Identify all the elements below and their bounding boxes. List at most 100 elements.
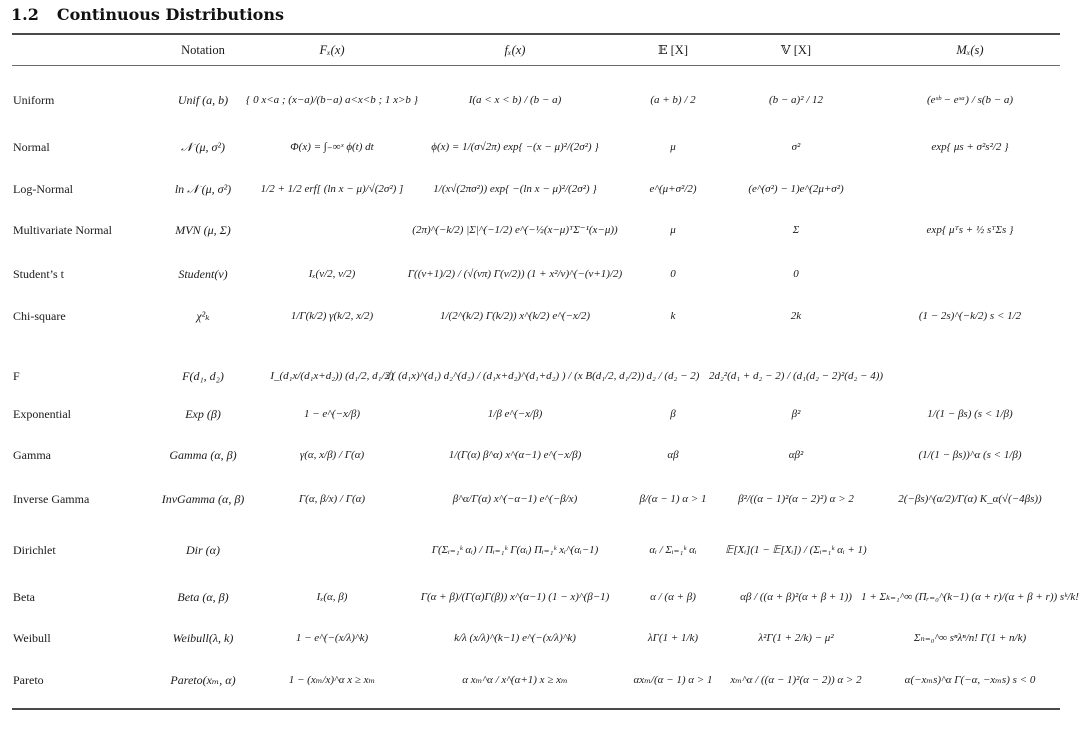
- row-name: Dirichlet: [13, 543, 56, 557]
- row-cdf: 1 − e^(−(x/λ)^k): [295, 632, 369, 644]
- table-bottom-rule: [12, 708, 1060, 710]
- row-variance: λ²Γ(1 + 2/k) − μ²: [758, 632, 834, 644]
- row-notation: Pareto(xₘ, α): [170, 673, 236, 687]
- row-pdf: α xₘ^α / x^(α+1) x ≥ xₘ: [462, 674, 568, 686]
- row-notation: ln 𝒩 (μ, σ²): [174, 182, 232, 196]
- row-variance: αβ / ((α + β)²(α + β + 1)): [740, 591, 852, 603]
- row-cdf: Γ(α, β/x) / Γ(α): [298, 493, 366, 505]
- row-notation: InvGamma (α, β): [161, 492, 245, 506]
- row-pdf: Γ(α + β)/(Γ(α)Γ(β)) x^(α−1) (1 − x)^(β−1…: [420, 591, 610, 603]
- row-mean: 0: [670, 268, 676, 280]
- row-pdf: 1/(2^(k/2) Γ(k/2)) x^(k/2) e^(−x/2): [439, 310, 591, 322]
- row-mean: (a + b) / 2: [650, 94, 696, 106]
- row-pdf: I(a < x < b) / (b − a): [468, 94, 562, 106]
- row-name: Inverse Gamma: [13, 492, 90, 506]
- row-mgf: Σₙ₌₀^∞ sⁿλⁿ/n! Γ(1 + n/k): [913, 632, 1027, 644]
- row-name: Gamma: [13, 448, 51, 462]
- row-mgf: exp{ μs + σ²s²/2 }: [931, 141, 1009, 153]
- row-cdf: { 0 x<a ; (x−a)/(b−a) a<x<b ; 1 x>b }: [245, 94, 419, 106]
- row-mgf: (eˢᵇ − eˢᵃ) / s(b − a): [926, 94, 1014, 106]
- header-mean: 𝔼 [X]: [657, 43, 689, 57]
- row-pdf: ϕ(x) = 1/(σ√2π) exp{ −(x − μ)²/(2σ²) }: [431, 141, 599, 153]
- row-cdf: Iₓ(ν/2, ν/2): [308, 268, 356, 280]
- row-mean: β: [670, 408, 676, 420]
- row-name: Student’s t: [13, 267, 65, 281]
- row-mean: k: [670, 310, 676, 322]
- row-pdf: 1/(Γ(α) β^α) x^(α−1) e^(−x/β): [448, 449, 582, 461]
- row-notation: χ²ₖ: [196, 309, 210, 323]
- row-mgf: (1/(1 − βs))^α (s < 1/β): [918, 449, 1022, 461]
- row-notation: Weibull(λ, k): [172, 631, 234, 645]
- row-pdf: 1/(x√(2πσ²)) exp{ −(ln x − μ)²/(2σ²) }: [433, 183, 597, 195]
- row-variance: Σ: [792, 224, 800, 236]
- row-notation: F(d₁, d₂): [182, 369, 224, 383]
- row-notation: Exp (β): [185, 407, 221, 421]
- row-cdf: Φ(x) = ∫₋∞ˣ ϕ(t) dt: [290, 141, 374, 153]
- row-pdf: √( (d₁x)^(d₁) d₂^(d₂) / (d₁x+d₂)^(d₁+d₂)…: [385, 370, 645, 382]
- row-notation: Student(ν): [178, 267, 228, 281]
- row-cdf: Iₓ(α, β): [316, 591, 348, 603]
- row-notation: MVN (μ, Σ): [175, 223, 231, 237]
- row-cdf: I_(d₁x/(d₁x+d₂)) (d₁/2, d₁/2): [270, 370, 394, 382]
- row-variance: αβ²: [788, 449, 804, 461]
- row-mean: β/(α − 1) α > 1: [639, 493, 707, 505]
- row-mean: μ: [670, 224, 676, 236]
- section-title: Continuous Distributions: [56, 5, 284, 24]
- row-name: Log-Normal: [13, 182, 73, 196]
- row-variance: 2d₂²(d₁ + d₂ − 2) / (d₁(d₂ − 2)²(d₂ − 4)…: [708, 370, 884, 382]
- row-variance: 2k: [790, 310, 802, 322]
- row-pdf: 1/β e^(−x/β): [487, 408, 543, 420]
- row-mgf: 1 + Σₖ₌₁^∞ (Πᵣ₌₀^(k−1) (α + r)/(α + β + …: [861, 591, 1079, 603]
- row-pdf: (2π)^(−k/2) |Σ|^(−1/2) e^(−½(x−μ)ᵀΣ⁻¹(x−…: [412, 224, 618, 236]
- row-pdf: k/λ (x/λ)^(k−1) e^(−(x/λ)^k): [454, 632, 576, 644]
- row-variance: σ²: [791, 141, 801, 153]
- row-variance: xₘ^α / ((α − 1)²(α − 2)) α > 2: [730, 674, 862, 686]
- row-pdf: Γ((ν+1)/2) / (√(νπ) Γ(ν/2)) (1 + x²/ν)^(…: [407, 268, 623, 280]
- row-name: Normal: [13, 140, 50, 154]
- row-variance: 𝔼[Xᵢ](1 − 𝔼[Xᵢ]) / (Σᵢ₌₁ᵏ αᵢ + 1): [725, 544, 867, 556]
- row-mgf: (1 − 2s)^(−k/2) s < 1/2: [918, 310, 1022, 322]
- row-cdf: 1 − e^(−x/β): [303, 408, 361, 420]
- row-variance: 0: [793, 268, 799, 280]
- row-mgf: 1/(1 − βs) (s < 1/β): [927, 408, 1013, 420]
- row-mean: αᵢ / Σᵢ₌₁ᵏ αᵢ: [649, 544, 697, 556]
- row-name: F: [13, 369, 20, 383]
- row-pdf: β^α/Γ(α) x^(−α−1) e^(−β/x): [452, 493, 578, 505]
- row-variance: β²/((α − 1)²(α − 2)²) α > 2: [738, 493, 854, 505]
- row-mean: αβ: [667, 449, 679, 461]
- table-header-rule: [12, 65, 1060, 66]
- row-notation: Dir (α): [186, 543, 220, 557]
- row-pdf: Γ(Σᵢ₌₁ᵏ αᵢ) / Πᵢ₌₁ᵏ Γ(αᵢ) Πᵢ₌₁ᵏ xᵢ^(αᵢ−1…: [431, 544, 599, 556]
- row-mean: αxₘ/(α − 1) α > 1: [633, 674, 713, 686]
- header-notation: Notation: [181, 43, 225, 57]
- row-variance: (e^(σ²) − 1)e^(2μ+σ²): [748, 183, 844, 195]
- header-cdf: Fₓ(x): [319, 43, 345, 57]
- row-cdf: 1/2 + 1/2 erf[ (ln x − μ)/√(2σ²) ]: [260, 183, 404, 195]
- row-name: Pareto: [13, 673, 44, 687]
- row-notation: Beta (α, β): [177, 590, 229, 604]
- row-name: Chi-square: [13, 309, 66, 323]
- header-pdf: fₓ(x): [504, 43, 526, 57]
- row-name: Uniform: [13, 93, 55, 107]
- row-variance: (b − a)² / 12: [768, 94, 824, 106]
- row-mean: d₂ / (d₂ − 2): [646, 370, 700, 382]
- row-mean: μ: [670, 141, 676, 153]
- section-number: 1.2: [11, 5, 39, 24]
- row-name: Beta: [13, 590, 35, 604]
- row-mgf: 2(−βs)^(α/2)/Γ(α) K_α(√(−4βs)): [898, 493, 1042, 505]
- row-cdf: 1 − (xₘ/x)^α x ≥ xₘ: [288, 674, 376, 686]
- row-cdf: 1/Γ(k/2) γ(k/2, x/2): [290, 310, 374, 322]
- row-cdf: γ(α, x/β) / Γ(α): [299, 449, 365, 461]
- row-mean: e^(μ+σ²/2): [649, 183, 697, 195]
- row-notation: Gamma (α, β): [169, 448, 237, 462]
- header-mgf: Mₓ(s): [956, 43, 984, 57]
- row-name: Multivariate Normal: [13, 223, 112, 237]
- row-mean: λΓ(1 + 1/k): [647, 632, 699, 644]
- table-top-rule: [12, 33, 1060, 35]
- row-mean: α / (α + β): [650, 591, 696, 603]
- row-notation: Unif (a, b): [177, 93, 229, 107]
- row-mgf: α(−xₘs)^α Γ(−α, −xₘs) s < 0: [904, 674, 1036, 686]
- row-variance: β²: [791, 408, 801, 420]
- row-name: Exponential: [13, 407, 71, 421]
- row-name: Weibull: [13, 631, 51, 645]
